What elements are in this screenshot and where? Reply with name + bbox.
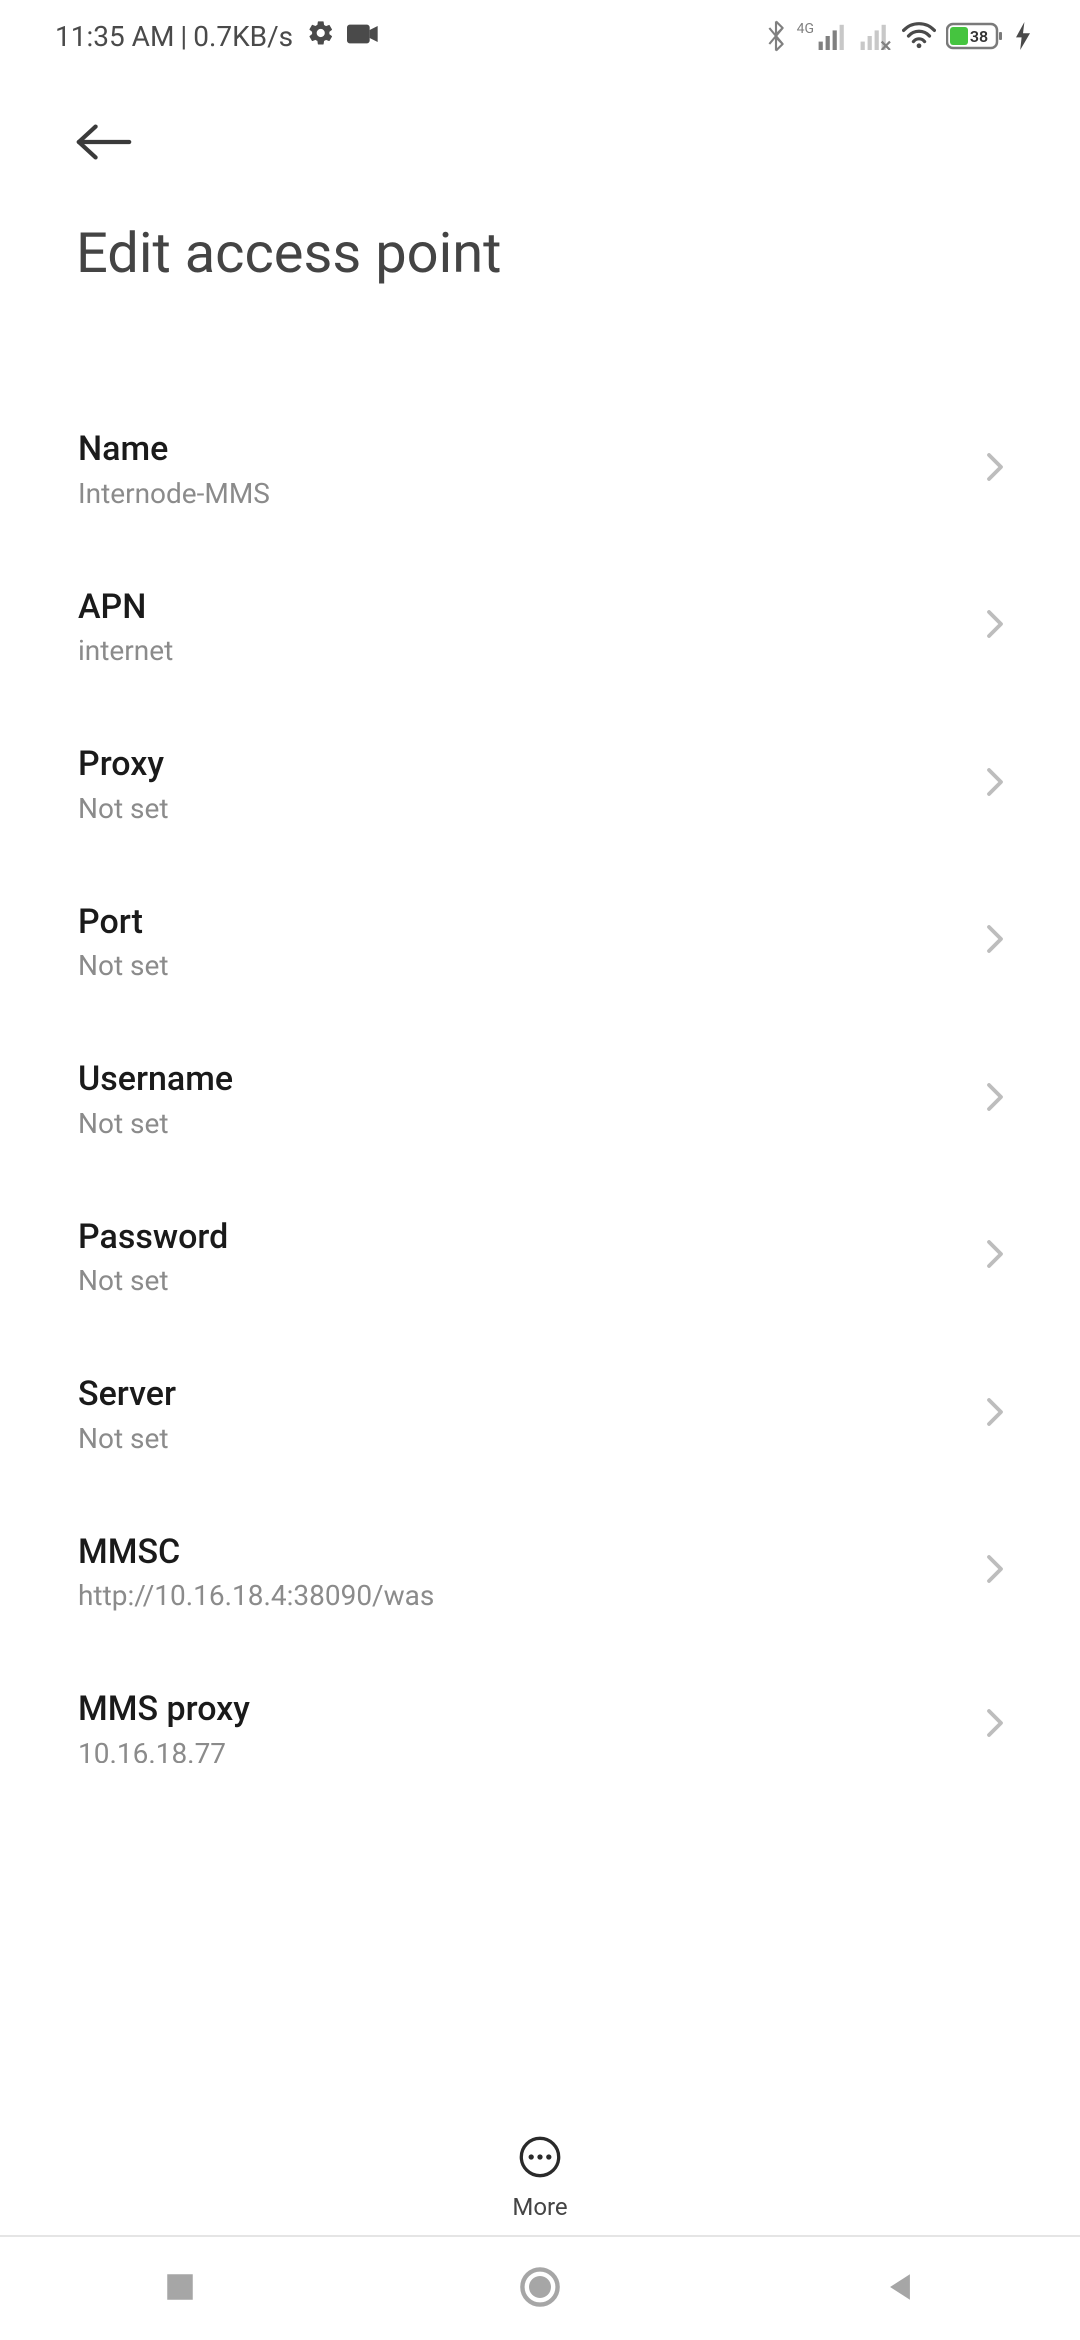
setting-value: 10.16.18.77	[78, 1737, 250, 1763]
setting-label: Password	[78, 1216, 228, 1259]
setting-value: Internode-MMS	[78, 477, 270, 510]
signal-bars-icon	[818, 22, 850, 50]
chevron-right-icon	[986, 1397, 1004, 1431]
more-label: More	[512, 2193, 567, 2221]
arrow-left-icon	[76, 122, 132, 166]
status-separator: |	[180, 20, 187, 53]
signal-4g-label: 4G	[797, 22, 814, 36]
back-button[interactable]	[76, 112, 140, 176]
setting-label: Server	[78, 1373, 176, 1416]
settings-list: Name Internode-MMS APN internet Proxy No…	[0, 390, 1080, 2122]
setting-value: Not set	[78, 1422, 176, 1455]
setting-label: MMS proxy	[78, 1688, 250, 1731]
nav-recent-button[interactable]	[163, 2270, 197, 2308]
setting-value: internet	[78, 634, 173, 667]
setting-password[interactable]: Password Not set	[0, 1178, 1080, 1336]
setting-proxy[interactable]: Proxy Not set	[0, 705, 1080, 863]
signal-no-sim-icon	[860, 22, 892, 50]
chevron-right-icon	[986, 1554, 1004, 1588]
setting-value: Not set	[78, 792, 169, 825]
action-bar: More	[0, 2120, 1080, 2235]
charging-icon	[1016, 22, 1030, 50]
chevron-right-icon	[986, 609, 1004, 643]
wifi-icon	[902, 22, 936, 50]
chevron-right-icon	[986, 1239, 1004, 1273]
header: Edit access point	[0, 72, 1080, 306]
setting-value: Not set	[78, 1264, 228, 1297]
chevron-right-icon	[986, 924, 1004, 958]
status-time: 11:35 AM	[55, 20, 174, 53]
setting-value: http://10.16.18.4:38090/was	[78, 1579, 434, 1612]
setting-value: Not set	[78, 949, 169, 982]
setting-label: Username	[78, 1058, 233, 1101]
setting-label: Proxy	[78, 743, 169, 786]
setting-username[interactable]: Username Not set	[0, 1020, 1080, 1178]
setting-apn[interactable]: APN internet	[0, 548, 1080, 706]
setting-server[interactable]: Server Not set	[0, 1335, 1080, 1493]
setting-label: Port	[78, 901, 169, 944]
setting-label: Name	[78, 428, 270, 471]
setting-label: APN	[78, 586, 173, 629]
setting-mmsc[interactable]: MMSC http://10.16.18.4:38090/was	[0, 1493, 1080, 1651]
page-title: Edit access point	[76, 220, 1004, 286]
gear-icon	[307, 19, 335, 54]
nav-back-button[interactable]	[883, 2270, 917, 2308]
more-button[interactable]: More	[512, 2135, 567, 2221]
chevron-right-icon	[986, 1082, 1004, 1116]
chevron-right-icon	[986, 1708, 1004, 1742]
camera-icon	[347, 20, 379, 53]
bluetooth-icon	[765, 20, 787, 52]
chevron-right-icon	[986, 767, 1004, 801]
status-bar: 11:35 AM | 0.7KB/s 4G 38	[0, 0, 1080, 72]
setting-port[interactable]: Port Not set	[0, 863, 1080, 1021]
nav-home-button[interactable]	[518, 2265, 562, 2313]
status-data-speed: 0.7KB/s	[193, 20, 293, 53]
setting-label: MMSC	[78, 1531, 434, 1574]
system-nav-bar	[0, 2235, 1080, 2340]
more-icon	[518, 2135, 562, 2183]
setting-mms-proxy[interactable]: MMS proxy 10.16.18.77	[0, 1650, 1080, 1763]
svg-text:38: 38	[970, 27, 988, 46]
battery-icon: 38	[946, 21, 1006, 51]
setting-name[interactable]: Name Internode-MMS	[0, 390, 1080, 548]
setting-value: Not set	[78, 1107, 233, 1140]
chevron-right-icon	[986, 452, 1004, 486]
